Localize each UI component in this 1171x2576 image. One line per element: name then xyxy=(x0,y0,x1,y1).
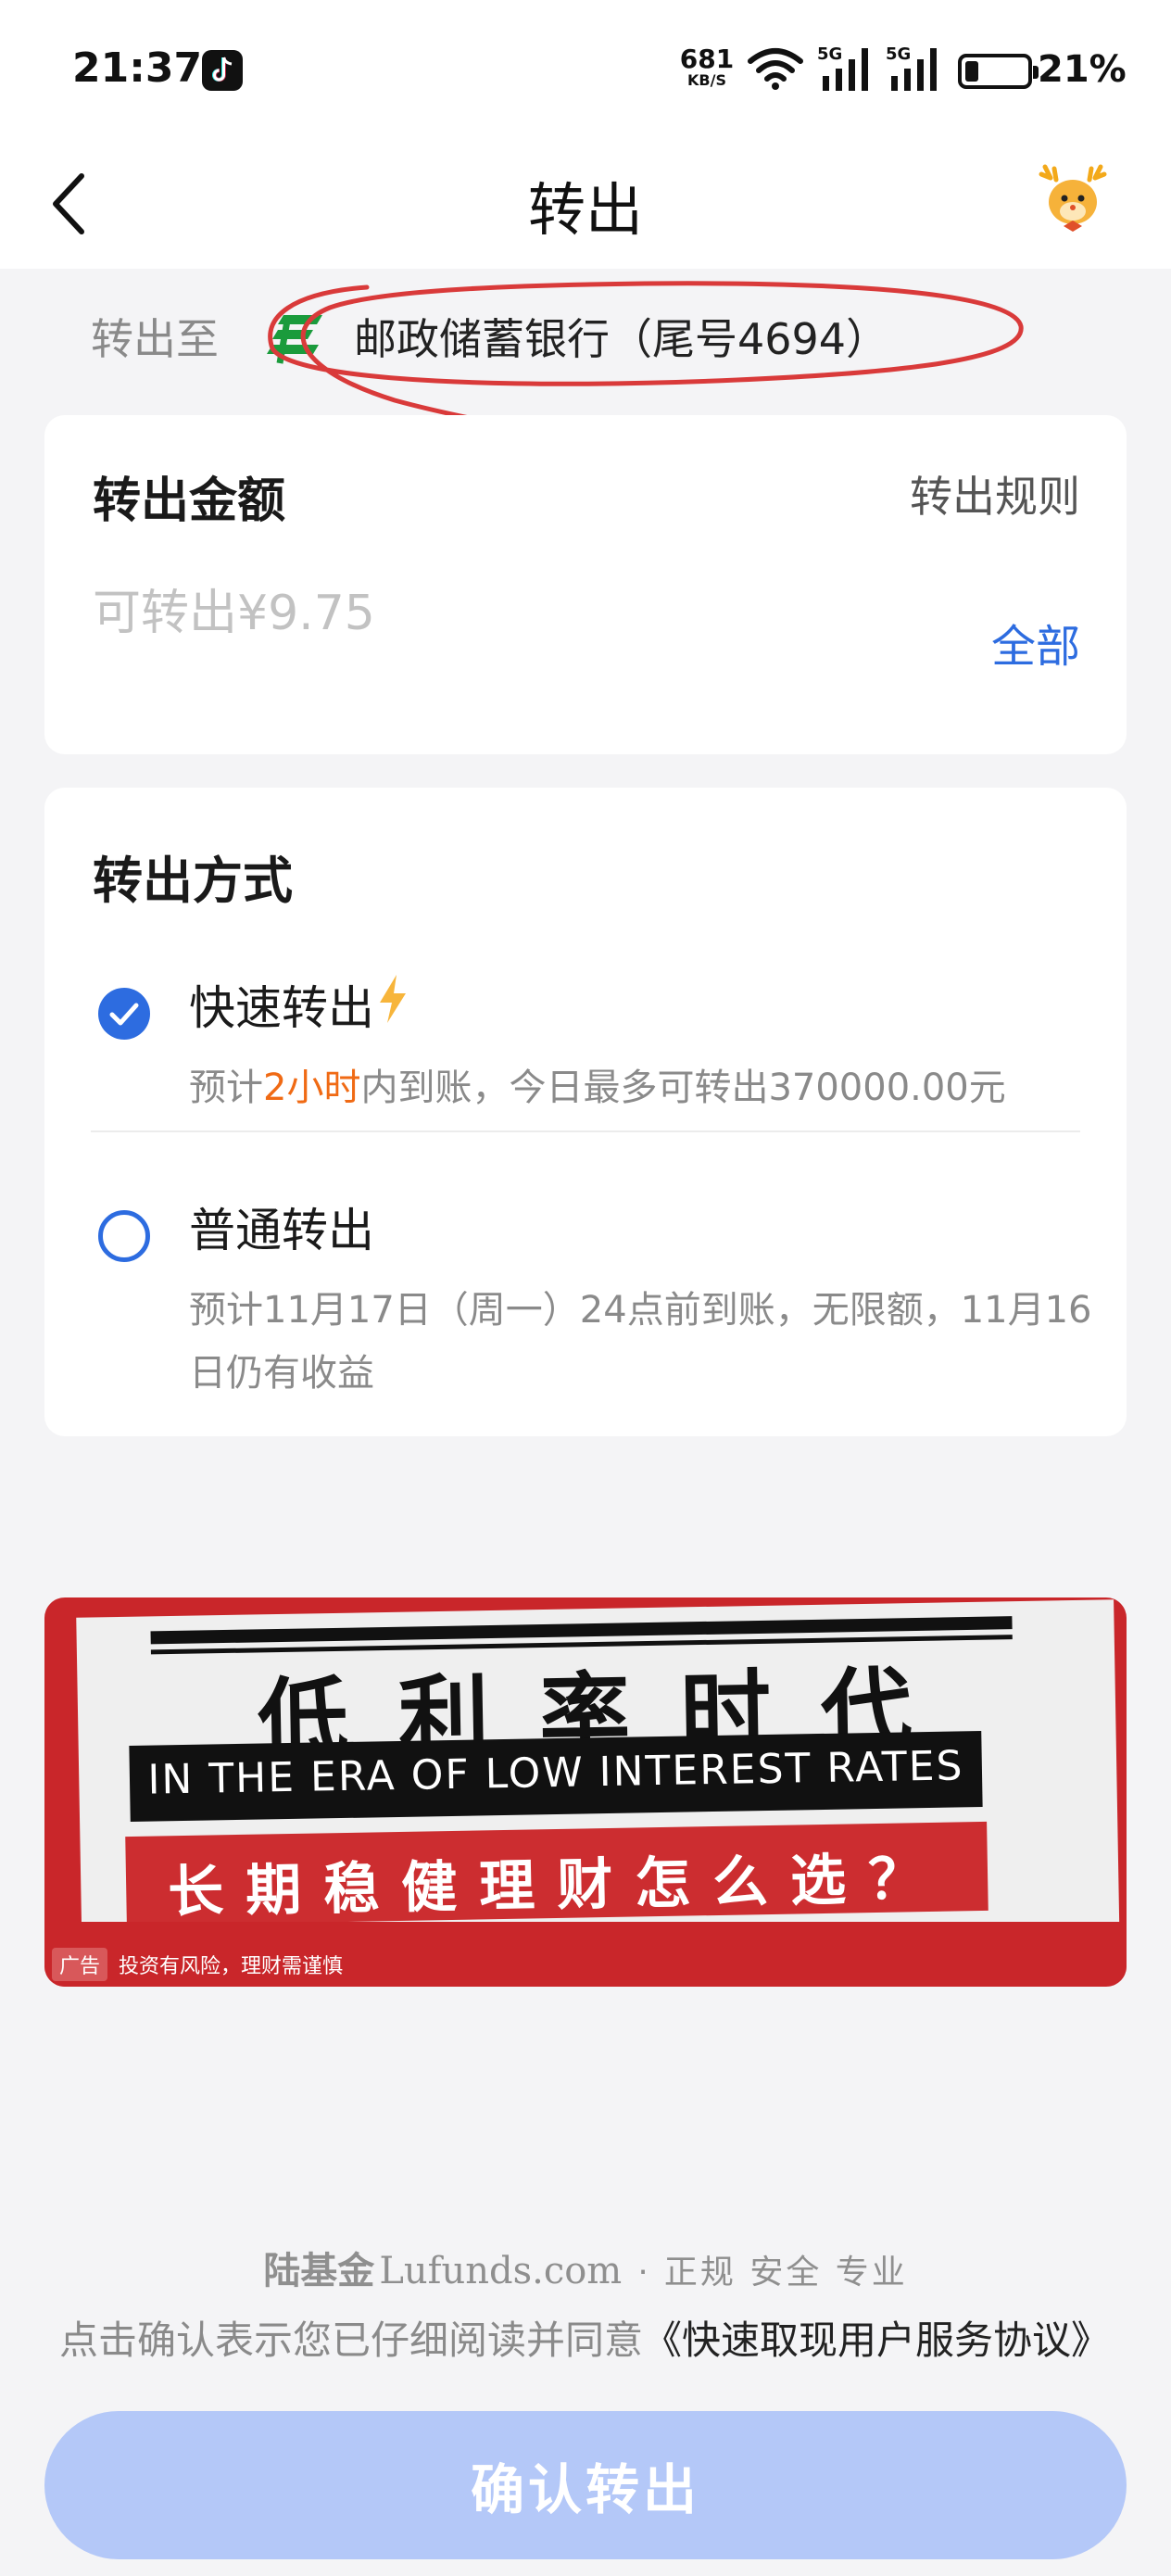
cell-signal-icon-2: 5G xyxy=(886,44,937,91)
normal-transfer-radio[interactable] xyxy=(98,1210,150,1262)
nav-bar: 转出 xyxy=(0,139,1171,269)
tiktok-icon xyxy=(202,50,243,91)
transfer-rules-link[interactable]: 转出规则 xyxy=(910,463,1080,524)
brand-separator: · xyxy=(637,2254,648,2292)
method-title: 转出方式 xyxy=(93,852,293,910)
normal-transfer-option[interactable]: 普通转出 预计11月17日（周一）24点前到账，无限额，11月16日仍有收益 xyxy=(44,1177,1127,1418)
net-speed-value: 681 xyxy=(679,44,735,74)
battery-icon xyxy=(958,54,1039,89)
lightning-bolt-icon xyxy=(380,975,406,1023)
net-speed: 681 KB/S xyxy=(676,46,737,89)
fast-transfer-desc: 预计2小时内到账，今日最多可转出370000.00元 xyxy=(189,1056,1106,1119)
cell-signal-icon: 5G xyxy=(817,44,868,91)
fast-transfer-option[interactable]: 快速转出 预计2小时内到账，今日最多可转出370000.00元 xyxy=(44,954,1127,1149)
brand-row: 陆基金 Lufunds.com · 正规 安全 专业 xyxy=(0,2241,1171,2294)
page-title: 转出 xyxy=(527,176,643,244)
ad-subline-bar: 长期稳健理财怎么选？ xyxy=(125,1821,988,1926)
battery-level xyxy=(965,61,978,82)
normal-transfer-label: 普通转出 xyxy=(189,1204,374,1257)
confirm-transfer-button[interactable]: 确认转出 xyxy=(44,2411,1127,2559)
fast-transfer-label: 快速转出 xyxy=(189,981,374,1035)
amount-title: 转出金额 xyxy=(93,474,286,529)
agreement-notice: 点击确认表示您已仔细阅读并同意《快速取现用户服务协议》 xyxy=(59,2309,1110,2366)
battery-percent: 21% xyxy=(1038,48,1127,91)
net-speed-unit: KB/S xyxy=(687,71,726,89)
brand-logo: 陆基金 xyxy=(263,2249,375,2292)
agreement-text: 点击确认表示您已仔细阅读并同意 xyxy=(59,2317,644,2363)
normal-transfer-desc: 预计11月17日（周一）24点前到账，无限额，11月16日仍有收益 xyxy=(189,1289,1092,1395)
ad-disclaimer: 投资有风险，理财需谨慎 xyxy=(119,1955,344,1978)
option-divider xyxy=(91,1130,1080,1132)
fast-desc-suffix: 内到账，今日最多可转出370000.00元 xyxy=(360,1067,1006,1109)
ad-banner[interactable]: 低利率时代 IN THE ERA OF LOW INTEREST RATES 长… xyxy=(44,1597,1127,1987)
status-bar: 21:37 681 KB/S 5G 5G 21% xyxy=(0,0,1171,139)
ad-tag-badge: 广告 xyxy=(52,1948,108,1981)
fast-desc-highlight: 2小时 xyxy=(263,1067,361,1109)
fast-transfer-radio[interactable] xyxy=(98,988,150,1040)
deer-mascot-icon[interactable] xyxy=(1036,161,1110,235)
brand-tagline: 正规 安全 专业 xyxy=(663,2254,908,2292)
signal-5g-label: 5G xyxy=(817,44,842,64)
brand-domain: Lufunds.com xyxy=(379,2250,623,2292)
ad-headline-en-bar: IN THE ERA OF LOW INTEREST RATES xyxy=(129,1730,983,1823)
withdraw-all-button[interactable]: 全部 xyxy=(991,610,1080,675)
destination-label: 转出至 xyxy=(91,314,219,364)
signal-5g-label-2: 5G xyxy=(886,44,911,64)
amount-input[interactable] xyxy=(93,576,926,650)
ad-headline-en: IN THE ERA OF LOW INTEREST RATES xyxy=(146,1742,964,1804)
wifi-icon xyxy=(748,48,803,90)
check-icon xyxy=(109,1003,139,1026)
transfer-destination-row[interactable]: 转出至 邮政储蓄银行（尾号4694） xyxy=(0,269,1171,464)
transfer-method-card: 转出方式 快速转出 预计2小时内到账，今日最多可转出370000.00元 普通转… xyxy=(44,788,1127,1436)
ad-subline: 长期稳健理财怎么选？ xyxy=(167,1846,947,1926)
amount-card: 转出金额 转出规则 全部 xyxy=(44,415,1127,754)
fast-desc-prefix: 预计 xyxy=(189,1067,263,1109)
status-time: 21:37 xyxy=(72,44,203,92)
service-agreement-link[interactable]: 《快速取现用户服务协议》 xyxy=(643,2317,1110,2363)
